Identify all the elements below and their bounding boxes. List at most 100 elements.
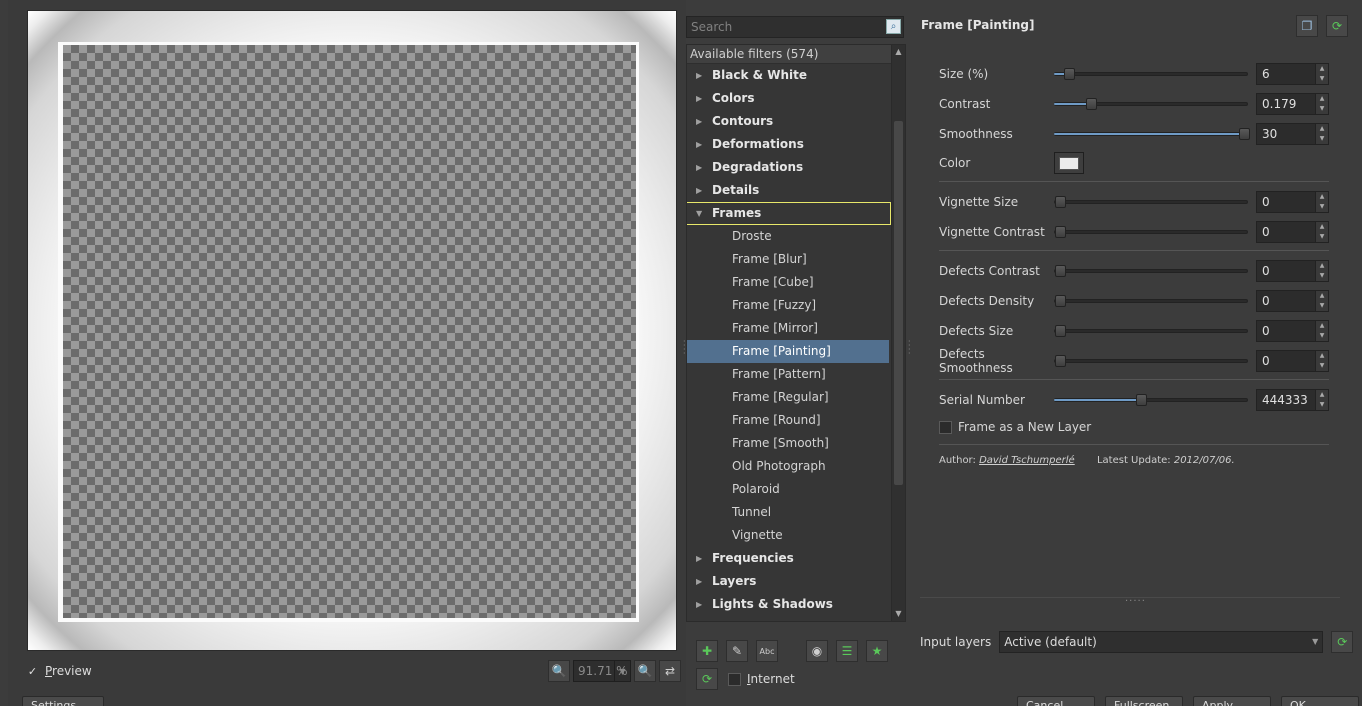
new-layer-checkbox[interactable] [939,420,952,434]
spin-arrows-icon[interactable]: ▲ ▼ [1315,351,1328,371]
fullscreen-button[interactable]: Fullscreen [1105,696,1183,706]
copy-to-clipboard-button[interactable]: ❐ [1296,15,1318,37]
expanded-arrow-icon[interactable]: ▼ [696,202,702,225]
tree-category[interactable]: ▶ Black & White [687,64,905,87]
tree-filter-item[interactable]: Old Photograph [687,455,905,478]
settings-button[interactable]: Settings [22,696,104,706]
list-button[interactable]: ☰ [836,640,858,662]
param-slider[interactable] [1054,354,1248,368]
collapsed-arrow-icon[interactable]: ▶ [696,64,702,87]
preview-toggle[interactable]: ✓ Preview [26,664,92,678]
tree-filter-item[interactable]: Tunnel [687,501,905,524]
chevron-down-icon[interactable]: ▼ [614,661,630,681]
search-input[interactable]: Search [686,16,904,38]
slider-handle[interactable] [1054,265,1066,277]
collapsed-arrow-icon[interactable]: ▶ [696,110,702,133]
spin-arrows-icon[interactable]: ▲ ▼ [1315,64,1328,84]
tree-category[interactable]: ▶ Details [687,179,905,202]
spin-arrows-icon[interactable]: ▲ ▼ [1315,192,1328,212]
param-spinbox[interactable]: 0 ▲ ▼ [1256,320,1329,342]
spin-arrows-icon[interactable]: ▲ ▼ [1315,291,1328,311]
cancel-button[interactable]: Cancel [1017,696,1095,706]
tree-filter-item[interactable]: Frame [Mirror] [687,317,905,340]
preview-checkbox[interactable]: ✓ [26,665,39,678]
zoom-out-button[interactable]: 🔍 [548,660,570,682]
tree-category[interactable]: ▶ Layers [687,570,905,593]
visibility-button[interactable]: ◉ [806,640,828,662]
tree-category[interactable]: ▶ Contours [687,110,905,133]
param-slider[interactable] [1054,294,1248,308]
slider-handle[interactable] [1054,325,1066,337]
param-slider[interactable] [1054,67,1248,81]
param-spinbox[interactable]: 0 ▲ ▼ [1256,221,1329,243]
param-slider[interactable] [1054,264,1248,278]
scrollbar-thumb[interactable] [894,121,903,485]
favorite-star-button[interactable]: ★ [866,640,888,662]
ok-button[interactable]: OK [1281,696,1359,706]
scroll-down-icon[interactable]: ▼ [892,607,905,621]
tree-filter-item[interactable]: Frame [Blur] [687,248,905,271]
zoom-level-field[interactable]: 91.71 % ▼ [573,660,631,682]
collapsed-arrow-icon[interactable]: ▶ [696,547,702,570]
preview-canvas[interactable] [27,10,677,651]
param-slider[interactable] [1054,225,1248,239]
param-spinbox[interactable]: 6 ▲ ▼ [1256,63,1329,85]
collapsed-arrow-icon[interactable]: ▶ [696,593,702,616]
search-icon[interactable]: ⌕ [886,19,901,34]
tree-filter-item[interactable]: Frame [Cube] [687,271,905,294]
param-slider[interactable] [1054,324,1248,338]
tree-scrollbar[interactable]: ▲ ▼ [891,45,905,621]
apply-button[interactable]: Apply [1193,696,1271,706]
tree-filter-item[interactable]: Droste [687,225,905,248]
slider-handle[interactable] [1054,355,1066,367]
param-spinbox[interactable]: 0 ▲ ▼ [1256,350,1329,372]
vertical-splitter-handle[interactable]: ····· [1125,596,1146,607]
param-spinbox[interactable]: 0 ▲ ▼ [1256,191,1329,213]
param-spinbox[interactable]: 30 ▲ ▼ [1256,123,1329,145]
slider-handle[interactable] [1054,196,1066,208]
param-spinbox[interactable]: 0 ▲ ▼ [1256,260,1329,282]
author-link[interactable]: David Tschumperlé [979,455,1075,466]
param-slider[interactable] [1054,97,1248,111]
param-spinbox[interactable]: 444333 ▲ ▼ [1256,389,1329,411]
param-slider[interactable] [1054,127,1251,141]
tree-filter-item[interactable]: Frame [Round] [687,409,905,432]
tree-filter-item[interactable]: Frame [Painting] [687,340,889,363]
slider-handle[interactable] [1239,128,1251,140]
internet-checkbox[interactable] [728,672,741,686]
spin-arrows-icon[interactable]: ▲ ▼ [1315,390,1328,410]
slider-handle[interactable] [1135,394,1147,406]
update-filters-button[interactable]: ⟳ [696,668,718,690]
tree-category[interactable]: ▶ Colors [687,87,905,110]
remove-favorite-button[interactable]: ✎ [726,640,748,662]
spin-arrows-icon[interactable]: ▲ ▼ [1315,321,1328,341]
tree-filter-item[interactable]: Vignette [687,524,905,547]
refresh-preview-button[interactable]: ⇄ [659,660,681,682]
tree-category[interactable]: ▼ Frames [687,202,891,225]
scroll-up-icon[interactable]: ▲ [892,45,905,59]
tree-filter-item[interactable]: Frame [Smooth] [687,432,905,455]
tree-category[interactable]: ▶ Lights & Shadows [687,593,905,616]
rename-favorite-button[interactable]: Abc [756,640,778,662]
spin-arrows-icon[interactable]: ▲ ▼ [1315,222,1328,242]
refresh-layers-button[interactable]: ⟳ [1331,631,1354,653]
reset-parameters-button[interactable]: ⟳ [1326,15,1348,37]
add-favorite-button[interactable]: ✚ [696,640,718,662]
param-slider[interactable] [1054,195,1248,209]
collapsed-arrow-icon[interactable]: ▶ [696,156,702,179]
input-layers-select[interactable]: Active (default) ▼ [999,631,1324,653]
slider-handle[interactable] [1086,98,1098,110]
param-slider[interactable] [1054,393,1248,407]
tree-filter-item[interactable]: Polaroid [687,478,905,501]
new-layer-option[interactable]: Frame as a New Layer [939,420,1091,434]
collapsed-arrow-icon[interactable]: ▶ [696,570,702,593]
spin-arrows-icon[interactable]: ▲ ▼ [1315,124,1328,144]
tree-category[interactable]: ▶ Frequencies [687,547,905,570]
spin-arrows-icon[interactable]: ▲ ▼ [1315,261,1328,281]
tree-filter-item[interactable]: Frame [Pattern] [687,363,905,386]
tree-filter-item[interactable]: Frame [Regular] [687,386,905,409]
collapsed-arrow-icon[interactable]: ▶ [696,179,702,202]
spin-arrows-icon[interactable]: ▲ ▼ [1315,94,1328,114]
collapsed-arrow-icon[interactable]: ▶ [696,87,702,110]
collapsed-arrow-icon[interactable]: ▶ [696,133,702,156]
